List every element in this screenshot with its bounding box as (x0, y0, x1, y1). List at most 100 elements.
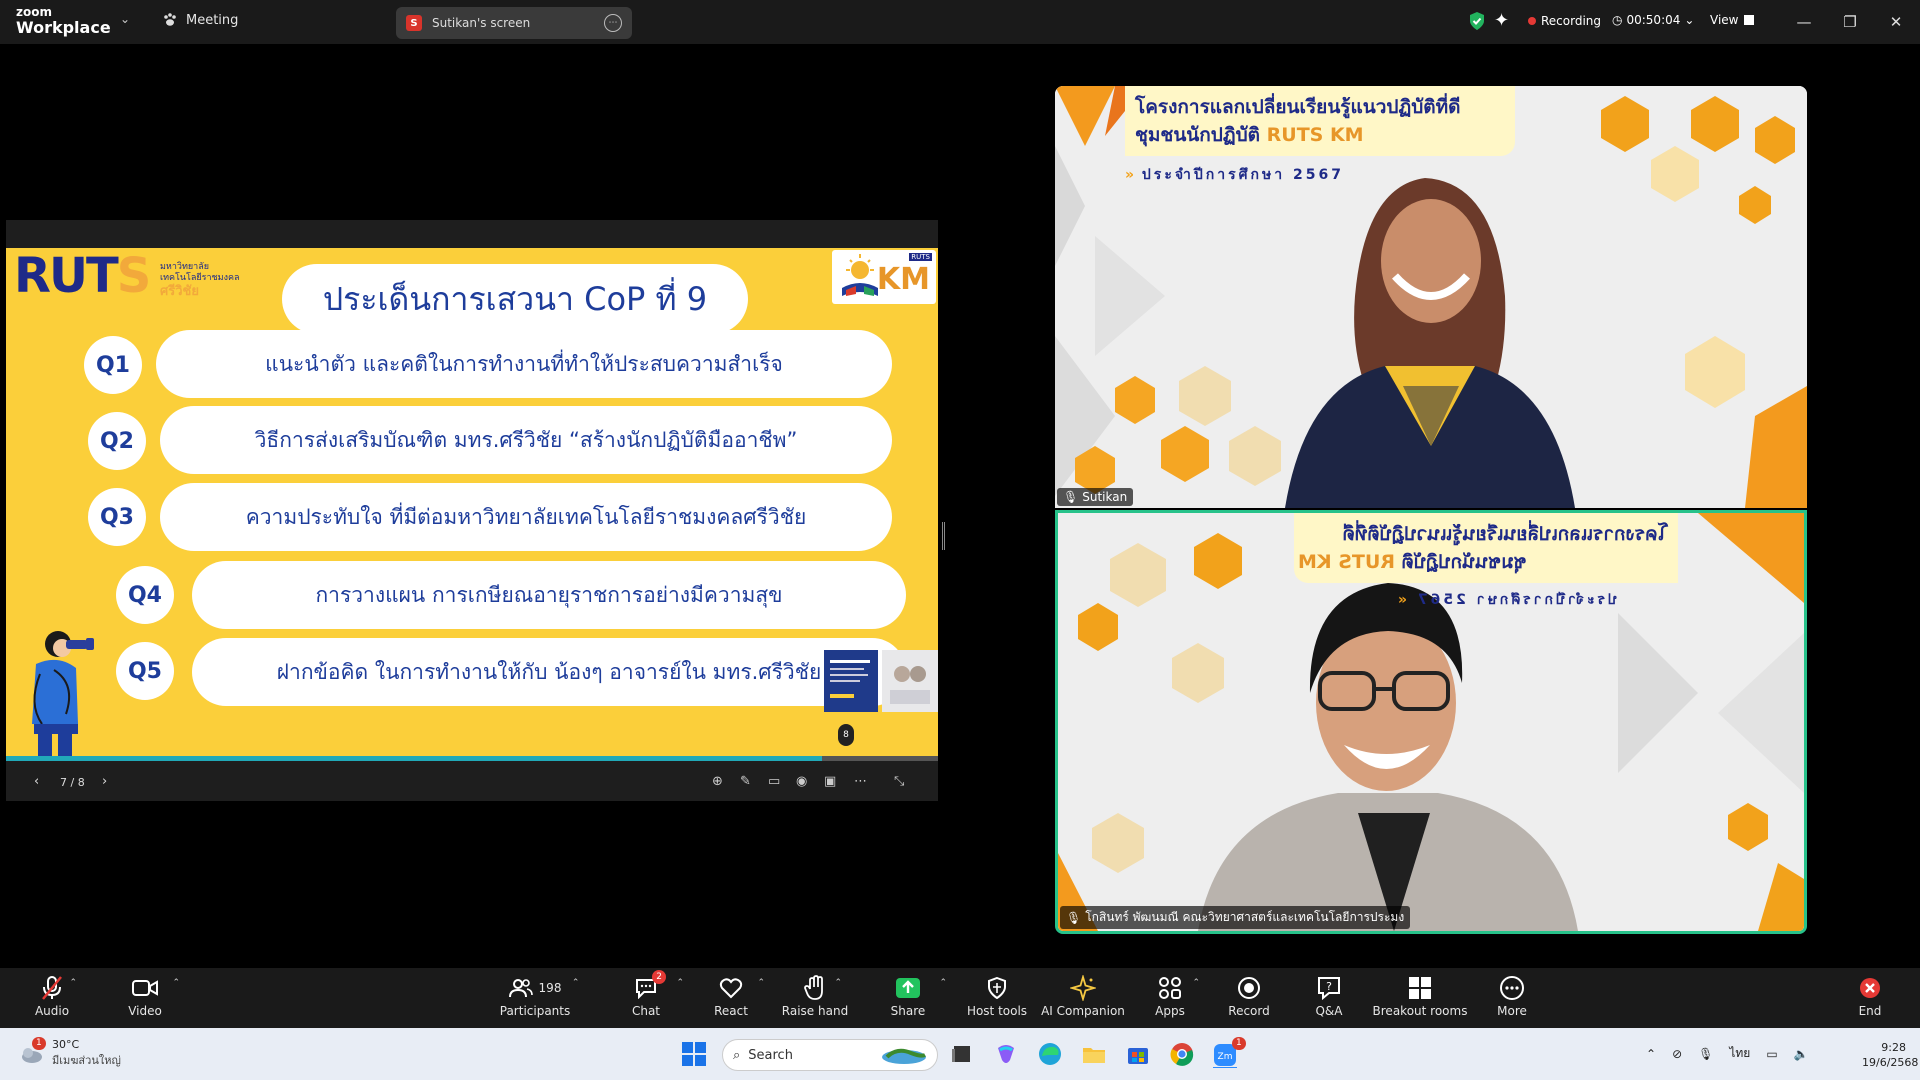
audio-label: Audio (34, 1004, 70, 1018)
more-label: More (1497, 1004, 1527, 1018)
zoom-workplace-logo[interactable]: zoom Workplace (16, 6, 111, 36)
apps-label: Apps (1155, 1004, 1185, 1018)
svg-text:?: ? (1326, 980, 1332, 993)
more-icon[interactable]: ⋯ (854, 774, 867, 789)
zoom-notification-badge: 1 (1232, 1037, 1246, 1050)
meeting-label: Meeting (186, 12, 239, 28)
close-window-button[interactable]: ✕ (1882, 8, 1910, 36)
chevron-down-icon[interactable]: ⌄ (120, 12, 130, 26)
timer-value: 00:50:04 (1626, 13, 1681, 27)
raise-hand-icon (804, 975, 823, 1000)
meeting-timer[interactable]: ◷ 00:50:04 ⌄ (1612, 13, 1694, 27)
end-meeting-button[interactable]: End (1815, 974, 1920, 1018)
more-button[interactable]: More (1457, 974, 1567, 1018)
clock-icon: ◷ (1612, 13, 1623, 27)
shared-screen-tab[interactable]: S Sutikan's screen ⋯ (396, 7, 632, 39)
more-options-icon[interactable]: ⋯ (604, 14, 622, 32)
copilot-icon[interactable] (992, 1040, 1020, 1068)
chevron-down-icon: ⌄ (1684, 13, 1695, 27)
participants-button[interactable]: 198 ⌃ Participants (480, 974, 590, 1018)
breakout-rooms-label: Breakout rooms (1372, 1004, 1468, 1018)
share-screen-icon (896, 978, 920, 998)
question-text: ฝากข้อคิด ในการทำงานให้กับ น้องๆ อาจารย์… (192, 638, 906, 706)
host-tools-label: Host tools (966, 1004, 1028, 1018)
share-label: Share (890, 1004, 926, 1018)
banner-line1-mirrored: โครงการแลกเปลี่ยนเรียนรู้แนวปฏิบัติที่ดี (1342, 523, 1669, 545)
restore-button[interactable]: ❐ (1836, 8, 1864, 36)
react-label: React (714, 1004, 748, 1018)
security-shield-icon[interactable] (1468, 11, 1486, 31)
person-with-telescope-illustration (32, 631, 94, 761)
participants-label: Participants (499, 1004, 571, 1018)
banner-subtitle: » ประจำปีการศึกษา 2567 (1125, 167, 1344, 183)
slide-progress-fill (6, 756, 822, 761)
question-number: Q1 (84, 336, 142, 394)
chevron-up-icon[interactable]: ⌃ (69, 978, 77, 988)
microphone-icon[interactable]: 🎙 (1698, 1047, 1713, 1061)
previous-slide-button[interactable]: ‹ (34, 774, 39, 789)
chevron-up-icon[interactable]: ⌃ (1646, 1047, 1656, 1061)
slideshow-toolbar: ‹ 7 / 8 › ⊕ ✎ ▭ ◉ ▣ ⋯ ⤡ (6, 768, 938, 800)
participant-name-tag: 🎙 Sutikan (1057, 488, 1134, 506)
slide-title: ประเด็นการเสวนา CoP ที่ 9 (282, 264, 748, 334)
record-icon (1238, 977, 1260, 999)
question-text: แนะนำตัว และคติในการทำงานที่ทำให้ประสบคว… (156, 330, 892, 398)
chevron-up-icon[interactable]: ⌃ (572, 978, 580, 988)
question-number: Q3 (88, 488, 146, 546)
chevron-up-icon[interactable]: ⌃ (172, 978, 180, 988)
mic-icon: 🎙 (1066, 910, 1082, 925)
chat-label: Chat (631, 1004, 661, 1018)
weather-widget[interactable]: 1 30°C มีเมฆส่วนใหญ่ (18, 1036, 121, 1069)
pen-icon[interactable]: ✎ (740, 774, 751, 789)
taskbar-clock[interactable]: 9:28 19/6/2568 (1862, 1040, 1918, 1070)
live-icon[interactable]: ◉ (796, 774, 807, 789)
system-tray: ⌃ ⊘ 🎙 ไทย ▭ 🔈 (1646, 1044, 1809, 1063)
video-label: Video (128, 1004, 162, 1018)
page-indicator: 7 / 8 (60, 776, 85, 789)
edge-browser-icon[interactable] (1036, 1040, 1064, 1068)
speaker-icon[interactable]: 🔈 (1794, 1047, 1809, 1061)
host-shield-icon (988, 977, 1006, 999)
display-icon[interactable]: ▭ (1766, 1047, 1777, 1061)
presentation-slide: RUTS มหาวิทยาลัย เทคโนโลยีราชมงคล ศรีวิช… (6, 248, 938, 761)
record-label: Record (1228, 1004, 1270, 1018)
meeting-menu[interactable]: Meeting (162, 12, 238, 28)
screen-icon[interactable]: ▣ (824, 774, 836, 789)
video-button[interactable]: ⌃ Video (90, 974, 200, 1018)
search-icon: ⌕ (733, 1047, 741, 1063)
video-tile-active-speaker[interactable]: โครงการแลกเปลี่ยนเรียนรู้แนวปฏิบัติที่ดี… (1055, 510, 1807, 934)
raise-hand-label: Raise hand (781, 1004, 849, 1018)
chevron-up-icon[interactable]: ⌃ (834, 978, 842, 988)
temperature: 30°C (52, 1038, 80, 1051)
heart-icon (719, 978, 743, 999)
chrome-browser-icon[interactable] (1168, 1040, 1196, 1068)
weather-description: มีเมฆส่วนใหญ่ (52, 1054, 121, 1067)
minimize-button[interactable]: — (1790, 8, 1818, 36)
view-button[interactable]: View (1710, 13, 1755, 27)
next-slide-button[interactable]: › (102, 774, 107, 789)
network-disconnected-icon[interactable]: ⊘ (1672, 1047, 1682, 1061)
weather-cloud-icon: 1 (18, 1036, 46, 1067)
participant-name-tag: 🎙 โกสินทร์ พัฒนมณี คณะวิทยาศาสตร์และเทคโ… (1060, 906, 1411, 929)
exit-fullscreen-icon[interactable]: ⤡ (894, 774, 904, 789)
question-text: ความประทับใจ ที่มีต่อมหาวิทยาลัยเทคโนโลย… (160, 483, 892, 551)
ruts-logo: RUTS (14, 248, 151, 304)
input-language[interactable]: ไทย (1729, 1044, 1750, 1063)
qa-label: Q&A (1315, 1004, 1343, 1018)
ai-companion-icon (1070, 975, 1096, 1001)
meeting-paw-icon (164, 13, 176, 26)
windows-start-icon[interactable] (680, 1040, 708, 1068)
taskbar-search[interactable]: ⌕ Search (722, 1039, 938, 1071)
ai-sparkle-icon[interactable]: ✦ (1494, 10, 1509, 31)
file-explorer-icon[interactable] (1080, 1040, 1108, 1068)
task-view-icon[interactable] (948, 1040, 976, 1068)
weather-badge: 1 (32, 1036, 46, 1050)
zoom-in-icon[interactable]: ⊕ (712, 774, 723, 789)
subtitles-icon[interactable]: ▭ (768, 774, 780, 789)
microsoft-store-icon[interactable] (1124, 1040, 1152, 1068)
recording-indicator[interactable]: Recording (1528, 14, 1601, 28)
video-camera-icon (132, 980, 158, 996)
search-highlight-icon (882, 1048, 926, 1064)
resize-handle[interactable] (942, 522, 945, 550)
video-tile-sutikan[interactable]: โครงการแลกเปลี่ยนเรียนรู้แนวปฏิบัติที่ดี… (1055, 86, 1807, 508)
